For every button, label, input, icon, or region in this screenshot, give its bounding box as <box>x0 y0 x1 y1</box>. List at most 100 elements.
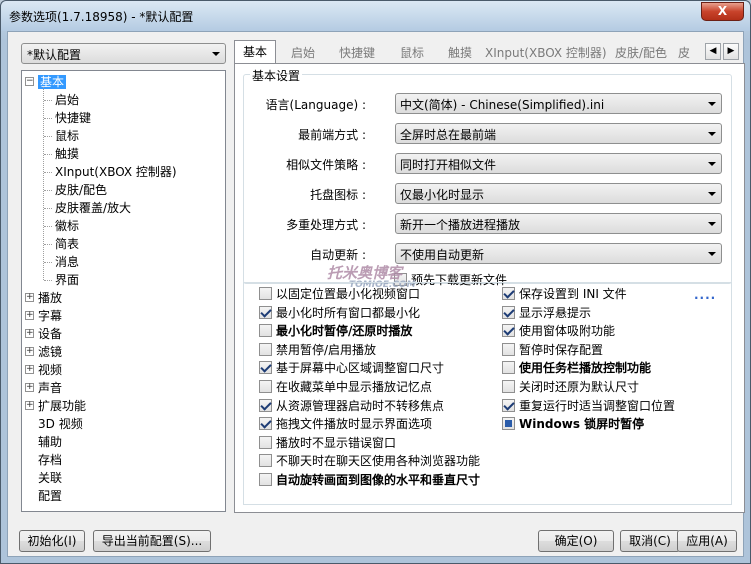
option-checkbox[interactable]: 自动旋转画面到图像的水平和垂直尺寸 <box>259 472 480 490</box>
tab-5[interactable]: XInput(XBOX 控制器) <box>485 43 607 63</box>
checkbox-box[interactable] <box>502 361 515 375</box>
checkbox-box[interactable] <box>259 380 272 393</box>
option-checkbox[interactable]: 从资源管理器启动时不转移焦点 <box>259 398 444 416</box>
tab-1[interactable]: 启始 <box>282 43 324 63</box>
checkbox-box[interactable] <box>502 342 515 356</box>
initialize-button[interactable]: 初始化(I) <box>19 530 85 552</box>
checkbox-box[interactable] <box>259 435 272 449</box>
setting-dropdown[interactable]: 同时打开相似文件 <box>395 153 722 174</box>
checkbox-box[interactable] <box>259 324 272 338</box>
setting-dropdown[interactable]: 不使用自动更新 <box>395 243 722 264</box>
apply-button[interactable]: 应用(A) <box>677 530 737 552</box>
close-button[interactable]: X <box>701 2 744 21</box>
tab-7[interactable]: 皮 <box>678 43 704 63</box>
expand-icon[interactable]: + <box>25 347 34 356</box>
tab-0[interactable]: 基本 <box>234 40 276 63</box>
tab-4[interactable]: 触摸 <box>440 43 480 63</box>
checkbox-box[interactable] <box>259 454 272 468</box>
option-checkbox[interactable]: 播放时不显示错误窗口 <box>259 435 396 453</box>
tree-item-top[interactable]: 滤镜 <box>38 343 62 361</box>
option-checkbox[interactable]: Windows 锁屏时暂停 <box>502 416 644 434</box>
option-checkbox[interactable]: 基于屏幕中心区域调整窗口尺寸 <box>259 360 444 378</box>
checkbox-box[interactable] <box>259 473 272 486</box>
collapse-icon[interactable]: − <box>25 77 34 86</box>
option-checkbox[interactable]: 在收藏菜单中显示播放记忆点 <box>259 379 432 397</box>
ok-button[interactable]: 确定(O) <box>538 530 614 552</box>
tab-2[interactable]: 快捷键 <box>330 43 384 63</box>
tree-item-child[interactable]: XInput(XBOX 控制器) <box>55 163 177 181</box>
expand-icon[interactable]: + <box>25 401 34 410</box>
tree-item-top[interactable]: 扩展功能 <box>38 397 86 415</box>
option-checkbox[interactable]: 暂停时保存配置 <box>502 342 603 360</box>
tab-scroll-left-icon[interactable]: ◀ <box>705 43 721 60</box>
expand-icon[interactable]: + <box>25 383 34 392</box>
expand-icon[interactable]: + <box>25 329 34 338</box>
preset-dropdown[interactable]: *默认配置 <box>21 43 226 64</box>
title-bar[interactable]: 参数选项(1.7.18958) - *默认配置 X <box>1 1 750 31</box>
option-checkbox[interactable]: 重复运行时适当调整窗口位置 <box>502 398 675 416</box>
option-checkbox[interactable]: 使用任务栏播放控制功能 <box>502 360 651 378</box>
tree-item-child[interactable]: 徽标 <box>55 217 79 235</box>
tree-item-top[interactable]: 字幕 <box>38 307 62 325</box>
option-checkbox[interactable]: 使用窗体吸附功能 <box>502 323 615 341</box>
checkbox-box[interactable] <box>259 287 272 300</box>
tree-item-top[interactable]: 设备 <box>38 325 62 343</box>
tree-item-top[interactable]: 配置 <box>38 487 62 505</box>
checkbox-box[interactable] <box>259 398 272 412</box>
tree-item-child[interactable]: 快捷键 <box>55 109 91 127</box>
tree-item-child[interactable]: 皮肤覆盖/放大 <box>55 199 131 217</box>
tree-item-child[interactable]: 启始 <box>55 91 79 109</box>
tree-item-top[interactable]: 3D 视频 <box>38 415 83 433</box>
tree-item-top[interactable]: 声音 <box>38 379 62 397</box>
setting-label: 最前端方式 : <box>298 128 366 142</box>
expand-icon[interactable]: + <box>25 293 34 302</box>
more-options-link[interactable]: .... <box>694 288 716 302</box>
tree-item-top[interactable]: 关联 <box>38 469 62 487</box>
tree-item-child[interactable]: 界面 <box>55 271 79 289</box>
setting-label: 多重处理方式 : <box>286 218 366 232</box>
option-checkbox[interactable]: 拖拽文件播放时显示界面选项 <box>259 416 432 434</box>
checkbox-box[interactable] <box>502 380 515 393</box>
tab-3[interactable]: 鼠标 <box>390 43 434 63</box>
cancel-button[interactable]: 取消(C) <box>620 530 680 552</box>
tree-item-child[interactable]: 鼠标 <box>55 127 79 145</box>
checkbox-box[interactable] <box>259 342 272 356</box>
expand-icon[interactable]: + <box>25 365 34 374</box>
option-checkbox[interactable]: 最小化时暂停/还原时播放 <box>259 323 412 341</box>
option-checkbox[interactable]: 关闭时还原为默认尺寸 <box>502 379 639 397</box>
checkbox-box[interactable] <box>259 305 272 319</box>
setting-dropdown[interactable]: 新开一个播放进程播放 <box>395 213 722 234</box>
category-tree[interactable]: − 基本 启始 快捷键 鼠标 触摸 XInput(XBOX 控制器) 皮肤/配色 皮肤覆盖/放大… <box>21 70 226 512</box>
expand-icon[interactable]: + <box>25 311 34 320</box>
tree-item-top[interactable]: 播放 <box>38 289 62 307</box>
setting-dropdown[interactable]: 仅最小化时显示 <box>395 183 722 204</box>
setting-dropdown[interactable]: 中文(简体) - Chinese(Simplified).ini <box>395 93 722 114</box>
option-checkbox[interactable]: 不聊天时在聊天区使用各种浏览器功能 <box>259 453 480 471</box>
tree-connector-line <box>44 118 52 119</box>
checkbox-box[interactable] <box>502 417 515 431</box>
option-checkbox[interactable]: 最小化时所有窗口都最小化 <box>259 305 420 323</box>
checkbox-box[interactable] <box>259 361 272 375</box>
option-checkbox[interactable]: 禁用暂停/启用播放 <box>259 342 376 360</box>
checkbox-label: 不聊天时在聊天区使用各种浏览器功能 <box>276 454 481 469</box>
tree-item-child[interactable]: 触摸 <box>55 145 79 163</box>
checkbox-box[interactable] <box>502 305 515 319</box>
checkbox-box[interactable] <box>502 324 515 338</box>
checkbox-box[interactable] <box>502 287 515 300</box>
tree-item-top[interactable]: 存档 <box>38 451 62 469</box>
tree-item-child[interactable]: 简表 <box>55 235 79 253</box>
tree-item-child[interactable]: 皮肤/配色 <box>55 181 107 199</box>
tree-item-top[interactable]: 辅助 <box>38 433 62 451</box>
checkbox-box[interactable] <box>502 398 515 412</box>
tree-item-child[interactable]: 消息 <box>55 253 79 271</box>
preset-value: *默认配置 <box>27 48 82 62</box>
checkbox-box[interactable] <box>259 417 272 431</box>
tab-6[interactable]: 皮肤/配色 <box>610 43 672 63</box>
option-checkbox[interactable]: 以固定位置最小化视频窗口 <box>259 286 420 304</box>
export-config-button[interactable]: 导出当前配置(S)... <box>93 530 211 552</box>
option-checkbox[interactable]: 保存设置到 INI 文件 <box>502 286 627 304</box>
setting-dropdown[interactable]: 全屏时总在最前端 <box>395 123 722 144</box>
option-checkbox[interactable]: 显示浮悬提示 <box>502 305 591 323</box>
tab-scroll-right-icon[interactable]: ▶ <box>723 43 739 60</box>
tree-item-top[interactable]: 视频 <box>38 361 62 379</box>
